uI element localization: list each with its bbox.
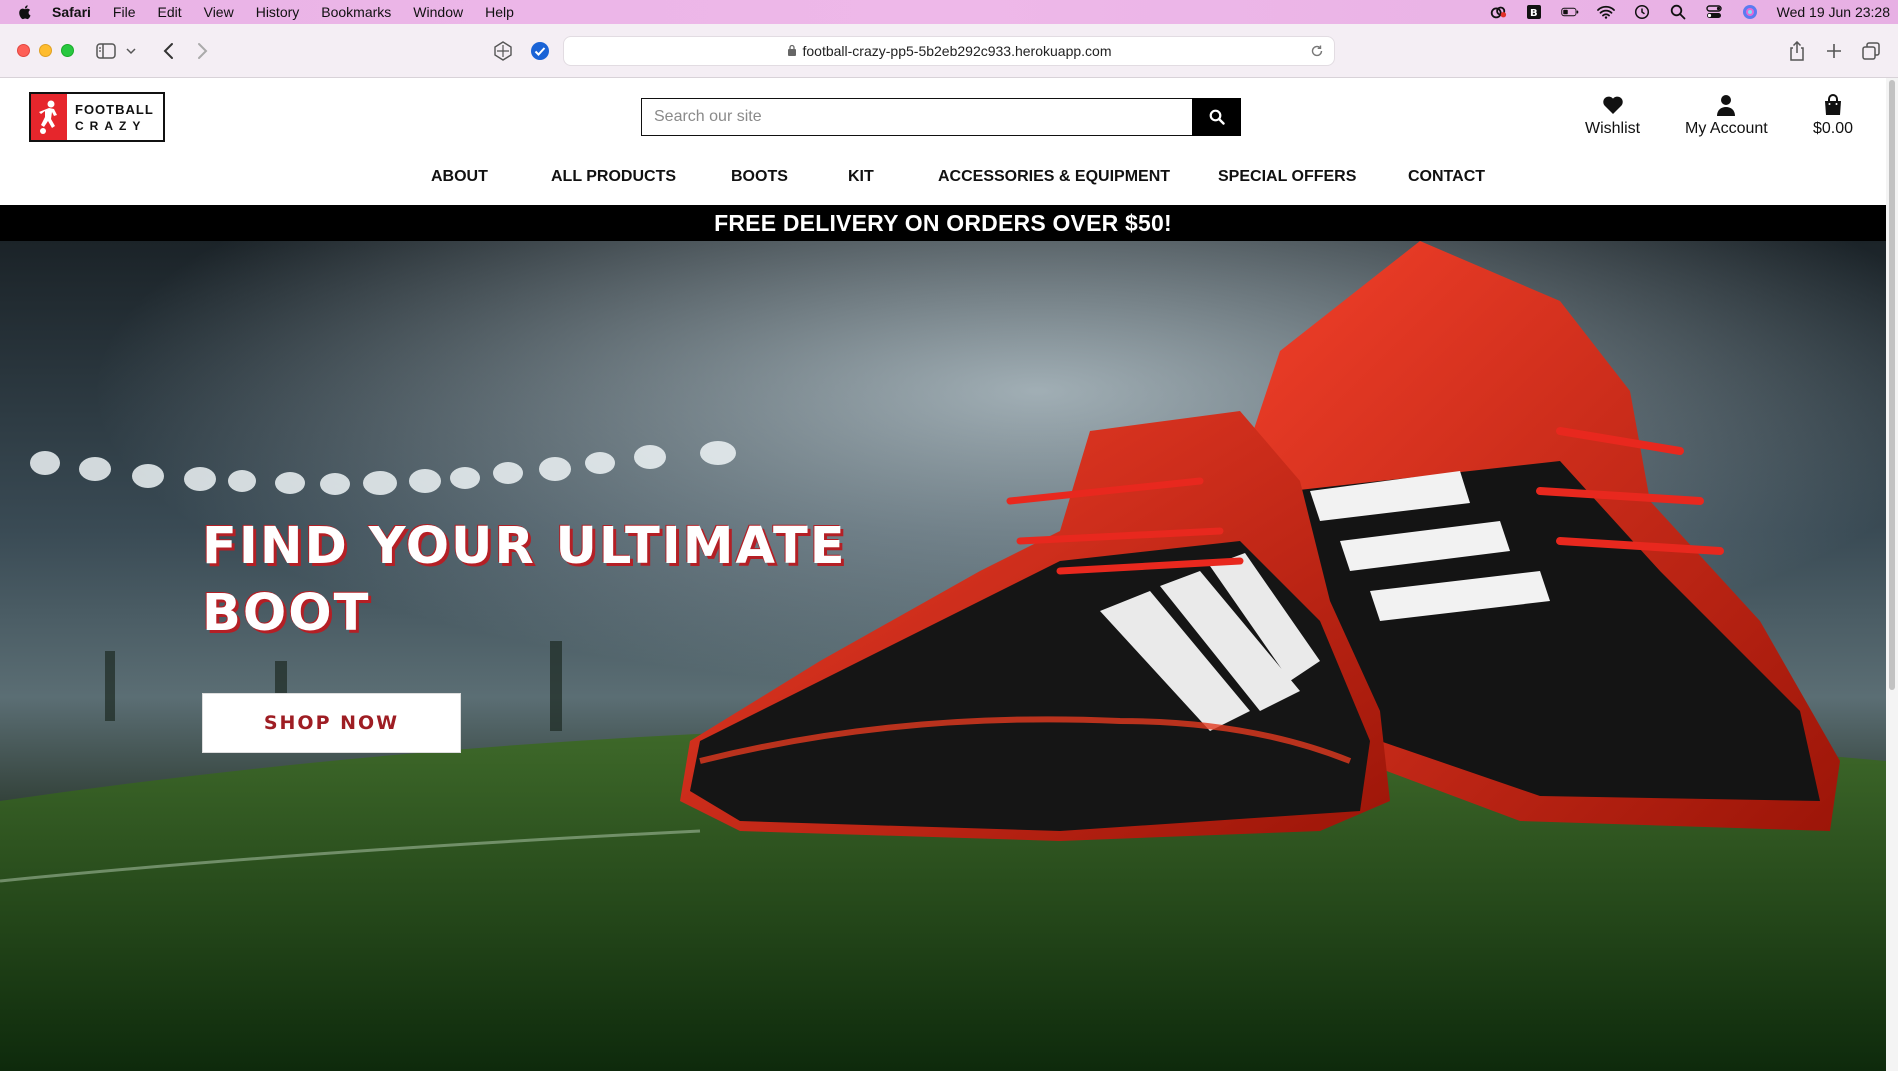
main-navigation: ABOUT ALL PRODUCTS BOOTS KIT ACCESSORIES… (0, 168, 1886, 192)
forward-arrow-icon[interactable] (192, 40, 214, 62)
menu-help[interactable]: Help (485, 4, 514, 20)
menu-history[interactable]: History (256, 4, 300, 20)
privacy-report-icon[interactable] (492, 40, 514, 62)
shopping-bag-link[interactable]: $0.00 (1813, 92, 1853, 138)
menu-bookmarks[interactable]: Bookmarks (321, 4, 391, 20)
sidebar-toggle-icon[interactable] (95, 40, 117, 62)
svg-text:B: B (1530, 8, 1538, 19)
back-arrow-icon[interactable] (157, 40, 179, 62)
search-button[interactable] (1192, 98, 1241, 136)
control-center-icon[interactable] (1705, 4, 1723, 20)
wishlist-label: Wishlist (1585, 120, 1641, 137)
nav-accessories-equipment[interactable]: ACCESSORIES & EQUIPMENT (938, 168, 1170, 186)
browser-toolbar: football-crazy-pp5-5b2eb292c933.herokuap… (0, 24, 1898, 78)
account-label: My Account (1685, 120, 1768, 137)
hero-heading: FIND YOUR ULTIMATE BOOT (202, 513, 962, 647)
menu-safari[interactable]: Safari (52, 4, 91, 20)
hero-heading-line2: BOOT (202, 584, 371, 643)
window-controls (17, 44, 74, 57)
footballer-logo-icon (31, 94, 67, 140)
wifi-icon[interactable] (1596, 4, 1615, 20)
search-input[interactable] (641, 98, 1192, 136)
menu-view[interactable]: View (204, 4, 234, 20)
nav-about[interactable]: ABOUT (431, 168, 488, 186)
heart-icon (1602, 92, 1624, 118)
promo-text: FREE DELIVERY ON ORDERS OVER $50! (714, 209, 1172, 236)
lock-icon (787, 43, 797, 59)
hero-banner: FIND YOUR ULTIMATE BOOT SHOP NOW (0, 241, 1886, 1071)
new-tab-icon[interactable] (1823, 40, 1845, 62)
nav-special-offers[interactable]: SPECIAL OFFERS (1218, 168, 1356, 186)
apple-icon[interactable] (16, 3, 34, 21)
address-bar[interactable]: football-crazy-pp5-5b2eb292c933.herokuap… (563, 36, 1335, 66)
search-icon (1209, 109, 1225, 125)
tab-overview-icon[interactable] (1860, 40, 1882, 62)
nav-kit[interactable]: KIT (848, 168, 874, 186)
chevron-down-icon[interactable] (124, 40, 138, 62)
menu-clock[interactable]: Wed 19 Jun 23:28 (1777, 4, 1890, 20)
bbedit-icon[interactable]: B (1525, 4, 1543, 20)
wishlist-link[interactable]: Wishlist (1585, 92, 1640, 138)
url-text[interactable]: football-crazy-pp5-5b2eb292c933.herokuap… (803, 43, 1112, 59)
close-window-button[interactable] (17, 44, 30, 57)
hero-football-boots-image (0, 241, 1886, 1071)
nav-contact[interactable]: CONTACT (1408, 168, 1485, 186)
maximize-window-button[interactable] (61, 44, 74, 57)
logo-line2: CRAZY (75, 118, 147, 133)
time-machine-icon[interactable] (1633, 4, 1651, 20)
creative-cloud-icon[interactable] (1489, 4, 1507, 20)
menu-window[interactable]: Window (413, 4, 463, 20)
nav-boots[interactable]: BOOTS (731, 168, 788, 186)
account-link[interactable]: My Account (1685, 92, 1768, 138)
share-icon[interactable] (1786, 40, 1808, 62)
nav-all-products[interactable]: ALL PRODUCTS (551, 168, 676, 186)
extension-check-icon[interactable] (529, 40, 551, 62)
hero-heading-line1: FIND YOUR ULTIMATE (202, 517, 847, 576)
macos-menu-bar: Safari File Edit View History Bookmarks … (0, 0, 1898, 24)
shopping-bag-icon (1823, 92, 1843, 118)
menu-edit[interactable]: Edit (157, 4, 181, 20)
menu-file[interactable]: File (113, 4, 136, 20)
logo-line1: FOOTBALL (75, 101, 154, 117)
spotlight-search-icon[interactable] (1669, 4, 1687, 20)
web-page: FOOTBALL CRAZY Wishlist My Account $0.00… (0, 78, 1886, 1071)
shop-now-button[interactable]: SHOP NOW (202, 693, 461, 753)
free-delivery-banner: FREE DELIVERY ON ORDERS OVER $50! (0, 205, 1886, 241)
battery-icon[interactable] (1560, 4, 1579, 20)
site-search (641, 98, 1241, 136)
user-icon (1716, 92, 1736, 118)
reload-icon[interactable] (1310, 44, 1324, 61)
site-logo[interactable]: FOOTBALL CRAZY (29, 92, 165, 142)
bag-total: $0.00 (1813, 120, 1854, 137)
minimize-window-button[interactable] (39, 44, 52, 57)
scrollbar-thumb[interactable] (1889, 80, 1895, 690)
page-scrollbar[interactable] (1886, 78, 1898, 1071)
siri-icon[interactable] (1741, 4, 1759, 20)
